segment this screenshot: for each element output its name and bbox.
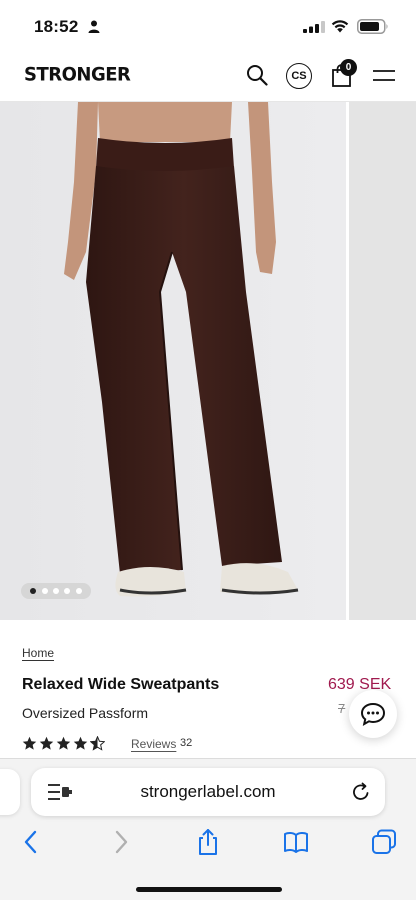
previous-tab-peek[interactable] [0,769,20,815]
star-icon [39,736,54,750]
currency-button[interactable]: CS [286,63,312,89]
forward-icon[interactable] [108,829,134,855]
back-icon[interactable] [18,829,44,855]
product-photo [0,102,346,620]
browser-toolbar: strongerlabel.com [0,758,416,900]
signal-icon [303,21,325,33]
carousel-dot[interactable] [41,588,48,594]
carousel-dot[interactable] [52,588,59,594]
battery-icon [357,19,388,34]
home-indicator [136,887,282,892]
address-bar[interactable]: strongerlabel.com [31,768,385,816]
reload-icon[interactable] [351,782,371,802]
share-icon[interactable] [195,829,221,855]
reviews-count: 32 [180,737,193,749]
half-star-icon [90,736,105,751]
star-icon [56,736,71,750]
menu-icon[interactable] [373,68,395,84]
star-icon [22,736,37,750]
search-icon[interactable] [246,64,268,86]
bookmarks-icon[interactable] [283,829,309,855]
chat-bubble-icon [360,702,386,726]
rating-stars[interactable] [22,736,105,752]
brand-logo[interactable]: STRONGER [24,63,131,85]
carousel-dots[interactable] [21,583,91,599]
status-time: 18:52 [34,17,79,36]
wifi-icon [331,20,349,33]
carousel-dot[interactable] [64,588,71,594]
star-icon [73,736,88,750]
carousel-dot[interactable] [30,588,37,594]
breadcrumb-home-link[interactable]: Home [22,646,54,660]
person-icon [88,20,100,33]
next-product-photo[interactable] [349,102,416,620]
tabs-icon[interactable] [371,829,397,855]
product-gallery[interactable] [0,102,416,620]
chat-button[interactable] [349,690,397,738]
status-bar: 18:52 [0,0,416,52]
url-text[interactable]: strongerlabel.com [31,782,385,802]
product-subtitle: Oversized Passform [22,705,149,721]
reviews-link[interactable]: Reviews [131,737,176,751]
carousel-dot[interactable] [75,588,82,594]
original-price: 7 [338,701,346,716]
cart-count-badge: 0 [340,59,357,76]
site-header: STRONGER CS 0 [0,52,416,102]
product-title: Relaxed Wide Sweatpants [22,676,220,693]
